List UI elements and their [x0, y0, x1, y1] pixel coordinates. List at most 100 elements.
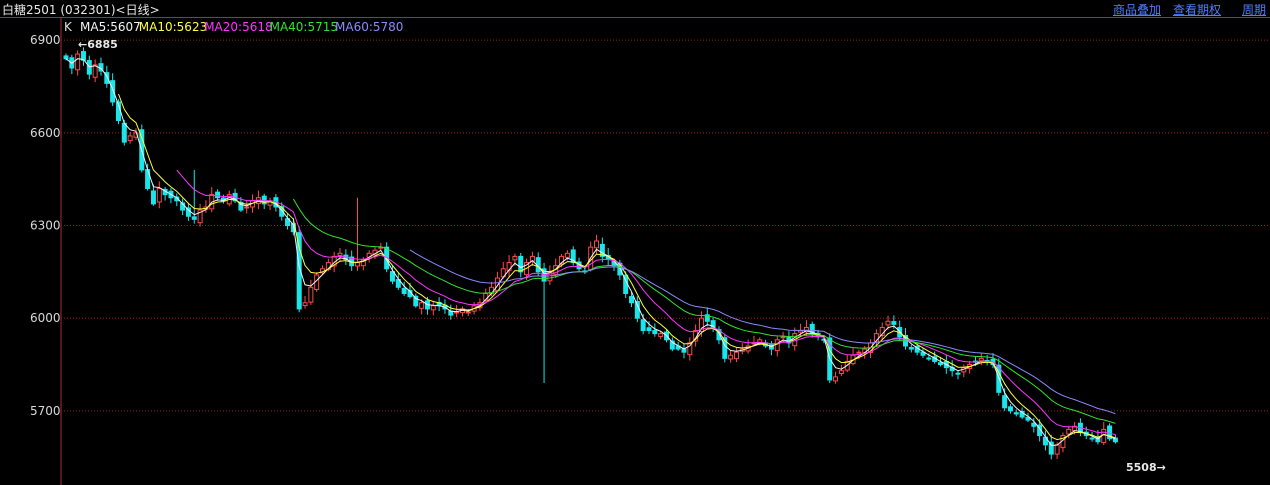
- candle-body: [518, 255, 524, 273]
- candle: [1060, 432, 1066, 453]
- candle: [209, 187, 215, 213]
- candle-body: [86, 60, 92, 75]
- candle-body: [1007, 406, 1013, 412]
- candle-body: [127, 135, 133, 142]
- candle-body: [564, 252, 570, 258]
- candle-body: [191, 216, 197, 220]
- candle-body: [733, 351, 739, 360]
- period-link[interactable]: 周期: [1242, 1, 1266, 18]
- candle: [1107, 423, 1113, 441]
- candle-body: [465, 311, 471, 314]
- candle: [98, 57, 104, 76]
- candle-body: [594, 240, 600, 249]
- candle: [1112, 434, 1118, 444]
- candle: [838, 364, 844, 376]
- candle-body: [955, 372, 961, 375]
- candle: [739, 343, 745, 355]
- candle-body: [355, 262, 360, 267]
- candle-body: [308, 286, 314, 303]
- candle: [529, 251, 535, 266]
- candle: [180, 198, 186, 216]
- candlestick-chart: 57006000630066006900K MA5:5607MA10:5623MA…: [0, 17, 1270, 485]
- candle: [75, 50, 81, 76]
- candle-body: [908, 347, 914, 350]
- legend-ma-label: MA40:5715: [270, 20, 338, 34]
- candle: [1007, 404, 1013, 414]
- candle: [506, 255, 512, 277]
- candle-body: [1089, 437, 1095, 440]
- candle: [459, 306, 465, 317]
- candle: [1042, 430, 1048, 451]
- candle-body: [1101, 428, 1107, 444]
- candle: [197, 203, 203, 227]
- candle-body: [110, 80, 116, 103]
- y-tick-label: 6300: [30, 219, 61, 233]
- candle-body: [891, 321, 897, 325]
- candle: [133, 128, 139, 140]
- candle: [908, 344, 914, 353]
- candle: [547, 265, 553, 285]
- candle-body: [302, 302, 308, 307]
- y-tick-label: 6000: [30, 311, 61, 325]
- candle-body: [75, 53, 81, 71]
- candle: [599, 237, 605, 263]
- candles-group: [63, 47, 1118, 460]
- candle: [267, 197, 273, 211]
- candle-body: [337, 252, 343, 256]
- candle: [436, 297, 442, 312]
- candle: [203, 200, 209, 213]
- candle-body: [506, 262, 512, 271]
- candle-body: [652, 330, 658, 335]
- candle: [652, 323, 658, 337]
- candle-body: [150, 190, 156, 205]
- overlay-commodity-link[interactable]: 商品叠加: [1113, 1, 1161, 18]
- candle-body: [926, 357, 932, 360]
- candle-body: [419, 302, 425, 309]
- candle: [961, 364, 967, 378]
- candle: [786, 331, 792, 349]
- candle: [150, 184, 156, 206]
- candle: [518, 253, 524, 278]
- candle-body: [244, 206, 250, 209]
- candle-body: [261, 195, 267, 205]
- candle: [215, 189, 221, 201]
- candle-body: [1002, 395, 1008, 409]
- candle: [833, 371, 839, 384]
- candle: [920, 348, 926, 359]
- candle-body: [454, 311, 460, 314]
- candle-body: [413, 295, 419, 307]
- candle-body: [833, 376, 839, 382]
- ma-line-ma60: [409, 249, 1116, 415]
- candle: [541, 262, 547, 384]
- candle: [1101, 421, 1107, 446]
- ma-legend: K MA5:5607MA10:5623MA20:5618MA40:5715MA60…: [64, 20, 403, 34]
- candle-body: [938, 362, 943, 366]
- candle: [185, 202, 191, 221]
- candle: [681, 343, 687, 359]
- chart-window: 白糖2501 (032301)<日线> 商品叠加 查看期权 周期 5700 600…: [0, 0, 1270, 485]
- candle: [395, 273, 401, 291]
- candle-body: [512, 255, 518, 261]
- view-options-link[interactable]: 查看期权: [1173, 1, 1221, 18]
- candle-body: [774, 339, 780, 352]
- y-tick-label: 5700: [30, 404, 61, 418]
- candle: [302, 295, 308, 309]
- candle: [92, 59, 98, 83]
- candle-body: [401, 288, 407, 294]
- candle: [355, 197, 360, 271]
- low-annotation: 5508→: [1126, 461, 1166, 474]
- candle: [413, 293, 419, 308]
- candle-body: [838, 370, 844, 374]
- candle-body: [121, 122, 127, 143]
- candle: [687, 337, 693, 361]
- candle-body: [780, 336, 786, 339]
- candle: [728, 350, 734, 363]
- legend-ma-label: MA5:5607: [80, 20, 141, 34]
- candle-body: [856, 351, 862, 354]
- candle: [955, 370, 961, 380]
- candle: [69, 54, 75, 75]
- candle: [145, 163, 151, 191]
- candle-body: [1013, 412, 1019, 415]
- candle: [1013, 409, 1019, 417]
- candle: [244, 201, 250, 214]
